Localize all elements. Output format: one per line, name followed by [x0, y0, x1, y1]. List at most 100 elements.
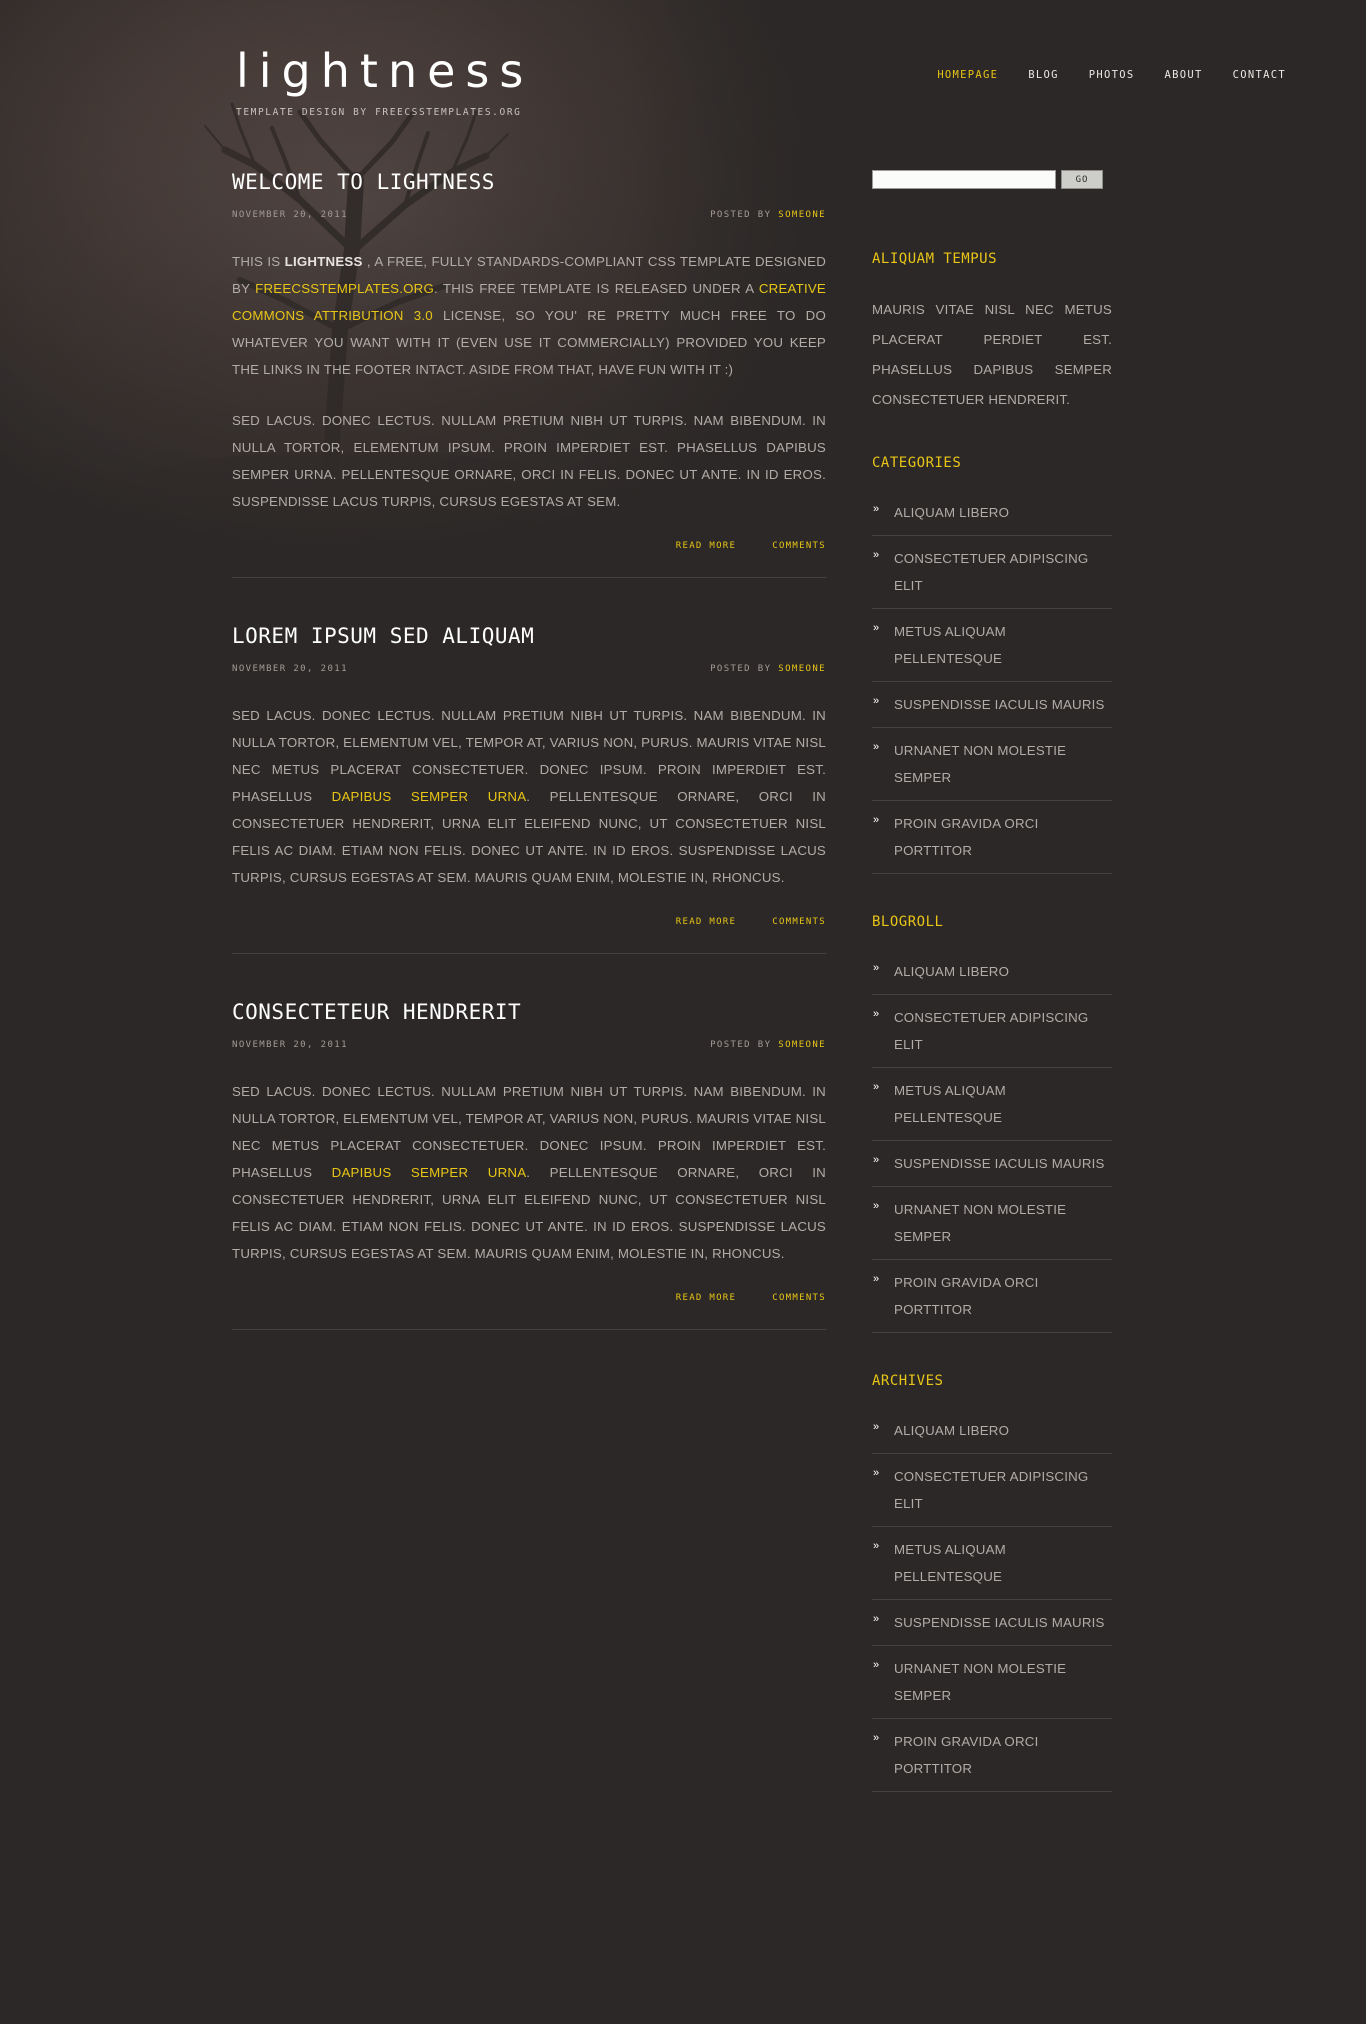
- nav-item-contact[interactable]: CONTACT: [1233, 69, 1286, 81]
- content-column: WELCOME TO LIGHTNESS NOVEMBER 20, 2011 P…: [232, 170, 826, 1350]
- post-title[interactable]: LOREM IPSUM SED ALIQUAM: [232, 624, 826, 648]
- sidebar-block-blogroll: BLOGROLL » ALIQUAM LIBERO » CONSECTETUER A…: [872, 914, 1112, 1333]
- post-author[interactable]: SOMEONE: [778, 210, 826, 220]
- chevron-right-icon: »: [873, 1540, 880, 1552]
- post-author-line: POSTED BY SOMEONE: [710, 664, 826, 674]
- nav-item-photos[interactable]: PHOTOS: [1089, 69, 1135, 81]
- list-item-label[interactable]: PROIN GRAVIDA ORCI PORTTITOR: [894, 1728, 1112, 1782]
- post-body: SED LACUS. DONEC LECTUS. NULLAM PRETIUM …: [232, 1078, 826, 1267]
- post-date: NOVEMBER 20, 2011: [232, 664, 348, 674]
- post-meta: NOVEMBER 20, 2011 POSTED BY SOMEONE: [232, 1040, 826, 1050]
- nav-item-homepage[interactable]: HOMEPAGE: [937, 69, 998, 81]
- post-meta: NOVEMBER 20, 2011 POSTED BY SOMEONE: [232, 210, 826, 220]
- list-item-label[interactable]: CONSECTETUER ADIPISCING ELIT: [894, 1463, 1112, 1517]
- posted-by-label: POSTED BY: [710, 664, 772, 674]
- sidebar-heading: ARCHIVES: [872, 1373, 944, 1389]
- search-go-button[interactable]: GO: [1061, 170, 1103, 189]
- link-dapibus-semper-urna[interactable]: DAPIBUS SEMPER URNA: [332, 789, 527, 804]
- chevron-right-icon: »: [873, 1467, 880, 1479]
- list-item[interactable]: » ALIQUAM LIBERO: [872, 1417, 1112, 1454]
- post-title[interactable]: WELCOME TO LIGHTNESS: [232, 170, 826, 194]
- post-consecteteur-hendrerit: CONSECTETEUR HENDRERIT NOVEMBER 20, 2011…: [232, 1000, 826, 1350]
- list-item[interactable]: » URNANET NON MOLESTIE SEMPER: [872, 737, 1112, 801]
- list-item[interactable]: » CONSECTETUER ADIPISCING ELIT: [872, 545, 1112, 609]
- list-item-label[interactable]: SUSPENDISSE IACULIS MAURIS: [894, 1150, 1112, 1177]
- site-logo[interactable]: lightness: [236, 48, 533, 94]
- link-freecsstemplates[interactable]: FREECSSTEMPLATES.ORG: [255, 281, 434, 296]
- search-input[interactable]: [872, 170, 1056, 189]
- comments-link[interactable]: COMMENTS: [772, 1293, 826, 1303]
- list-item[interactable]: » METUS ALIQUAM PELLENTESQUE: [872, 618, 1112, 682]
- list-item-label[interactable]: METUS ALIQUAM PELLENTESQUE: [894, 1536, 1112, 1590]
- list-item-label[interactable]: PROIN GRAVIDA ORCI PORTTITOR: [894, 1269, 1112, 1323]
- sidebar-block-aliquam-tempus: ALIQUAM TEMPUS MAURIS VITAE NISL NEC MET…: [872, 251, 1112, 415]
- nav-item-about[interactable]: ABOUT: [1165, 69, 1203, 81]
- list-item-label[interactable]: CONSECTETUER ADIPISCING ELIT: [894, 545, 1112, 599]
- para-text-a: THIS IS: [232, 254, 285, 269]
- list-item[interactable]: » ALIQUAM LIBERO: [872, 499, 1112, 536]
- post-paragraph-1: SED LACUS. DONEC LECTUS. NULLAM PRETIUM …: [232, 702, 826, 891]
- post-links[interactable]: READ MORE COMMENTS: [232, 917, 826, 927]
- post-author[interactable]: SOMEONE: [778, 1040, 826, 1050]
- list-item-label[interactable]: ALIQUAM LIBERO: [894, 499, 1112, 526]
- list-item[interactable]: » SUSPENDISSE IACULIS MAURIS: [872, 1150, 1112, 1187]
- post-author-line: POSTED BY SOMEONE: [710, 1040, 826, 1050]
- list-item[interactable]: » CONSECTETUER ADIPISCING ELIT: [872, 1463, 1112, 1527]
- post-author[interactable]: SOMEONE: [778, 664, 826, 674]
- nav-item-blog[interactable]: BLOG: [1028, 69, 1059, 81]
- list-item[interactable]: » PROIN GRAVIDA ORCI PORTTITOR: [872, 1728, 1112, 1792]
- sidebar-heading: CATEGORIES: [872, 455, 962, 471]
- sidebar-column: GO ALIQUAM TEMPUS MAURIS VITAE NISL NEC …: [872, 170, 1112, 1832]
- sidebar-block-archives: ARCHIVES » ALIQUAM LIBERO » CONSECTETUER A…: [872, 1373, 1112, 1792]
- list-item[interactable]: » PROIN GRAVIDA ORCI PORTTITOR: [872, 1269, 1112, 1333]
- chevron-right-icon: »: [873, 549, 880, 561]
- list-item-label[interactable]: METUS ALIQUAM PELLENTESQUE: [894, 1077, 1112, 1131]
- search-form[interactable]: GO: [872, 170, 1112, 189]
- list-item[interactable]: » URNANET NON MOLESTIE SEMPER: [872, 1655, 1112, 1719]
- read-more-link[interactable]: READ MORE: [676, 917, 736, 927]
- list-item-label[interactable]: CONSECTETUER ADIPISCING ELIT: [894, 1004, 1112, 1058]
- list-item-label[interactable]: URNANET NON MOLESTIE SEMPER: [894, 1196, 1112, 1250]
- list-item-label[interactable]: SUSPENDISSE IACULIS MAURIS: [894, 1609, 1112, 1636]
- list-item-label[interactable]: URNANET NON MOLESTIE SEMPER: [894, 1655, 1112, 1709]
- comments-link[interactable]: COMMENTS: [772, 917, 826, 927]
- post-links[interactable]: READ MORE COMMENTS: [232, 1293, 826, 1303]
- sidebar-heading: ALIQUAM TEMPUS: [872, 251, 998, 267]
- post-paragraph-2: SED LACUS. DONEC LECTUS. NULLAM PRETIUM …: [232, 413, 826, 509]
- list-item[interactable]: » METUS ALIQUAM PELLENTESQUE: [872, 1077, 1112, 1141]
- list-item-label[interactable]: ALIQUAM LIBERO: [894, 958, 1112, 985]
- chevron-right-icon: »: [873, 1200, 880, 1212]
- chevron-right-icon: »: [873, 1421, 880, 1433]
- post-title[interactable]: CONSECTETEUR HENDRERIT: [232, 1000, 826, 1024]
- list-item[interactable]: » CONSECTETUER ADIPISCING ELIT: [872, 1004, 1112, 1068]
- read-more-link[interactable]: READ MORE: [676, 541, 736, 551]
- list-item-label[interactable]: PROIN GRAVIDA ORCI PORTTITOR: [894, 810, 1112, 864]
- site-header: lightness TEMPLATE DESIGN BY FREECSSTEMP…: [0, 0, 1366, 170]
- read-more-link[interactable]: READ MORE: [676, 1293, 736, 1303]
- brand[interactable]: lightness TEMPLATE DESIGN BY FREECSSTEMP…: [236, 48, 533, 118]
- list-item[interactable]: » ALIQUAM LIBERO: [872, 958, 1112, 995]
- main-navigation[interactable]: HOMEPAGE BLOG PHOTOS ABOUT CONTACT: [937, 69, 1286, 81]
- post-meta: NOVEMBER 20, 2011 POSTED BY SOMEONE: [232, 664, 826, 674]
- list-item[interactable]: » SUSPENDISSE IACULIS MAURIS: [872, 1609, 1112, 1646]
- site-tagline: TEMPLATE DESIGN BY FREECSSTEMPLATES.ORG: [236, 107, 522, 118]
- link-dapibus-semper-urna[interactable]: DAPIBUS SEMPER URNA: [332, 1165, 527, 1180]
- chevron-right-icon: »: [873, 622, 880, 634]
- post-links[interactable]: READ MORE COMMENTS: [232, 541, 826, 551]
- list-item-label[interactable]: ALIQUAM LIBERO: [894, 1417, 1112, 1444]
- post-welcome: WELCOME TO LIGHTNESS NOVEMBER 20, 2011 P…: [232, 170, 826, 598]
- chevron-right-icon: »: [873, 1154, 880, 1166]
- list-item[interactable]: » METUS ALIQUAM PELLENTESQUE: [872, 1536, 1112, 1600]
- comments-link[interactable]: COMMENTS: [772, 541, 826, 551]
- list-item[interactable]: » PROIN GRAVIDA ORCI PORTTITOR: [872, 810, 1112, 874]
- list-item-label[interactable]: SUSPENDISSE IACULIS MAURIS: [894, 691, 1112, 718]
- chevron-right-icon: »: [873, 962, 880, 974]
- post-paragraph-1: THIS IS LIGHTNESS , A FREE, FULLY STANDA…: [232, 248, 826, 383]
- list-item-label[interactable]: URNANET NON MOLESTIE SEMPER: [894, 737, 1112, 791]
- list-item[interactable]: » SUSPENDISSE IACULIS MAURIS: [872, 691, 1112, 728]
- list-item[interactable]: » URNANET NON MOLESTIE SEMPER: [872, 1196, 1112, 1260]
- post-body: THIS IS LIGHTNESS , A FREE, FULLY STANDA…: [232, 248, 826, 515]
- list-item-label[interactable]: METUS ALIQUAM PELLENTESQUE: [894, 618, 1112, 672]
- chevron-right-icon: »: [873, 1081, 880, 1093]
- post-divider: [232, 577, 826, 578]
